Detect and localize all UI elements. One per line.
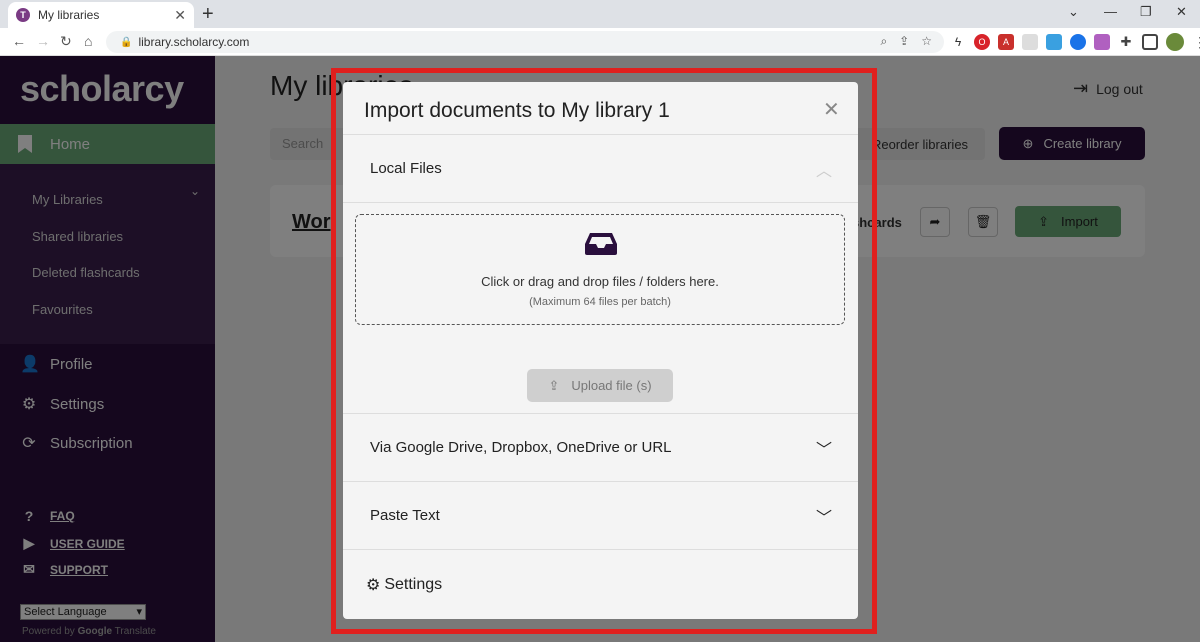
new-tab-icon[interactable]: + — [202, 3, 214, 26]
reload-icon[interactable]: ↻ — [60, 33, 72, 50]
puzzle-extensions-icon[interactable]: ✚ — [1118, 34, 1134, 50]
upload-icon: ⇪ — [548, 377, 560, 393]
browser-tabbar: T My libraries ✕ + ⌄ — ❐ ✕ — [0, 0, 1200, 28]
profile-avatar[interactable] — [1166, 33, 1184, 51]
upload-files-button[interactable]: ⇪ Upload file (s) — [527, 369, 673, 402]
gear-icon: ⚙ — [366, 577, 381, 594]
section-local-files[interactable]: Local Files ︿ — [343, 135, 858, 203]
modal-settings-button[interactable]: ⚙ Settings — [366, 575, 442, 595]
browser-menu-icon[interactable]: ⋮ — [1192, 34, 1200, 50]
import-modal: Import documents to My library 1 ✕ Local… — [343, 82, 858, 619]
section-label: Via Google Drive, Dropbox, OneDrive or U… — [370, 439, 672, 456]
chevron-down-icon[interactable]: ﹀ — [816, 504, 832, 528]
drop-zone-limit: (Maximum 64 files per batch) — [529, 296, 671, 308]
section-label: Local Files — [370, 160, 442, 177]
adblock-extension-icon[interactable]: A — [998, 34, 1014, 50]
url-field[interactable]: 🔒 library.scholarcy.com ⌕ ⇪ ☆ — [106, 31, 944, 53]
library-extension-icon[interactable] — [1094, 34, 1110, 50]
home-icon[interactable]: ⌂ — [84, 33, 92, 49]
sidepanel-icon[interactable] — [1142, 34, 1158, 50]
section-label: Paste Text — [370, 507, 440, 524]
zoom-icon[interactable]: ⌕ — [880, 34, 887, 49]
window-close-icon[interactable]: ✕ — [1176, 4, 1187, 20]
upload-label: Upload file (s) — [571, 378, 652, 393]
forward-icon[interactable]: → — [36, 33, 50, 49]
section-paste-text[interactable]: Paste Text ﹀ — [343, 482, 858, 550]
chevron-down-icon[interactable]: ﹀ — [816, 436, 832, 460]
bookmark-star-icon[interactable]: ☆ — [921, 34, 932, 49]
extensions-bar: ϟ O A ✚ ⋮ — [950, 33, 1200, 51]
browser-tab[interactable]: T My libraries ✕ — [8, 2, 194, 28]
settings-label: Settings — [384, 576, 443, 593]
tab-search-chevron-icon[interactable]: ⌄ — [1068, 4, 1079, 20]
translate-extension-icon[interactable] — [1046, 34, 1062, 50]
back-icon[interactable]: ← — [12, 33, 26, 49]
tab-title: My libraries — [38, 8, 100, 22]
share-icon[interactable]: ⇪ — [899, 34, 909, 49]
section-cloud-url[interactable]: Via Google Drive, Dropbox, OneDrive or U… — [343, 414, 858, 482]
modal-title: Import documents to My library 1 — [364, 99, 670, 122]
lightning-extension-icon[interactable]: ϟ — [950, 34, 966, 50]
chevron-up-icon[interactable]: ︿ — [816, 157, 832, 181]
lock-icon: 🔒 — [120, 36, 133, 48]
scholarcy-favicon-icon: T — [16, 8, 30, 22]
close-icon[interactable]: ✕ — [823, 97, 840, 122]
inbox-tray-icon — [585, 233, 617, 255]
url-text: library.scholarcy.com — [138, 35, 250, 49]
document-extension-icon[interactable] — [1022, 34, 1038, 50]
opera-extension-icon[interactable]: O — [974, 34, 990, 50]
modal-header: Import documents to My library 1 ✕ — [343, 82, 858, 135]
tab-close-icon[interactable]: ✕ — [174, 7, 186, 24]
minimize-icon[interactable]: — — [1104, 4, 1117, 19]
blue-extension-icon[interactable] — [1070, 34, 1086, 50]
file-drop-zone[interactable]: Click or drag and drop files / folders h… — [355, 214, 845, 325]
drop-zone-instructions: Click or drag and drop files / folders h… — [481, 274, 719, 289]
restore-icon[interactable]: ❐ — [1140, 4, 1152, 20]
